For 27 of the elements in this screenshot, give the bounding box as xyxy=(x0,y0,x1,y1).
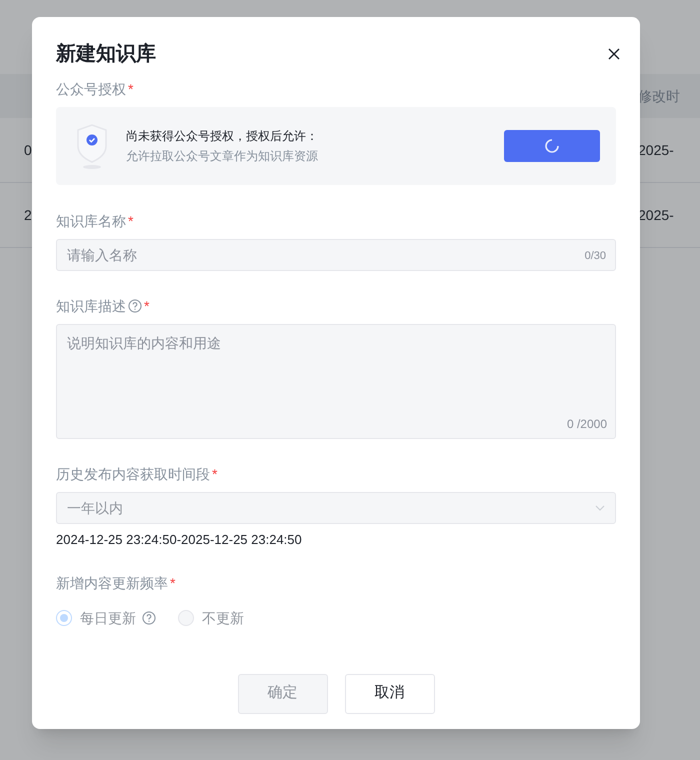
auth-detail: 允许拉取公众号文章作为知识库资源 xyxy=(126,148,318,165)
loading-spinner-icon xyxy=(544,138,560,154)
radio-label: 每日更新 xyxy=(80,608,136,628)
cancel-button[interactable]: 取消 xyxy=(344,674,434,714)
close-icon xyxy=(608,48,620,60)
auth-notice: 尚未获得公众号授权，授权后允许： xyxy=(126,128,318,145)
required-mark: * xyxy=(128,80,134,98)
char-counter: 0/30 xyxy=(584,249,606,264)
authorize-button[interactable] xyxy=(504,130,600,162)
radio-label: 不更新 xyxy=(202,608,244,628)
required-mark: * xyxy=(128,212,134,230)
table-cell-text: 2025- xyxy=(638,206,675,224)
table-cell-text: 2025- xyxy=(638,140,675,160)
field-label: 历史发布内容获取时间段 xyxy=(56,464,210,484)
dialog-title: 新建知识库 xyxy=(56,42,156,67)
required-mark: * xyxy=(170,574,176,593)
chevron-down-icon xyxy=(595,505,605,511)
date-range: 2024-12-25 23:24:50-2025-12-25 23:24:50 xyxy=(56,531,303,549)
field-label: 知识库描述 xyxy=(56,296,126,316)
table-cell-text: 0 xyxy=(24,140,32,160)
required-mark: * xyxy=(212,464,218,484)
required-mark: * xyxy=(144,296,150,316)
char-counter: 0 /2000 xyxy=(566,416,607,433)
field-label: 公众号授权 xyxy=(56,80,126,98)
field-label: 新增内容更新频率 xyxy=(56,574,168,593)
field-label: 知识库名称 xyxy=(56,212,126,230)
table-cell-text: 2 xyxy=(24,206,32,224)
